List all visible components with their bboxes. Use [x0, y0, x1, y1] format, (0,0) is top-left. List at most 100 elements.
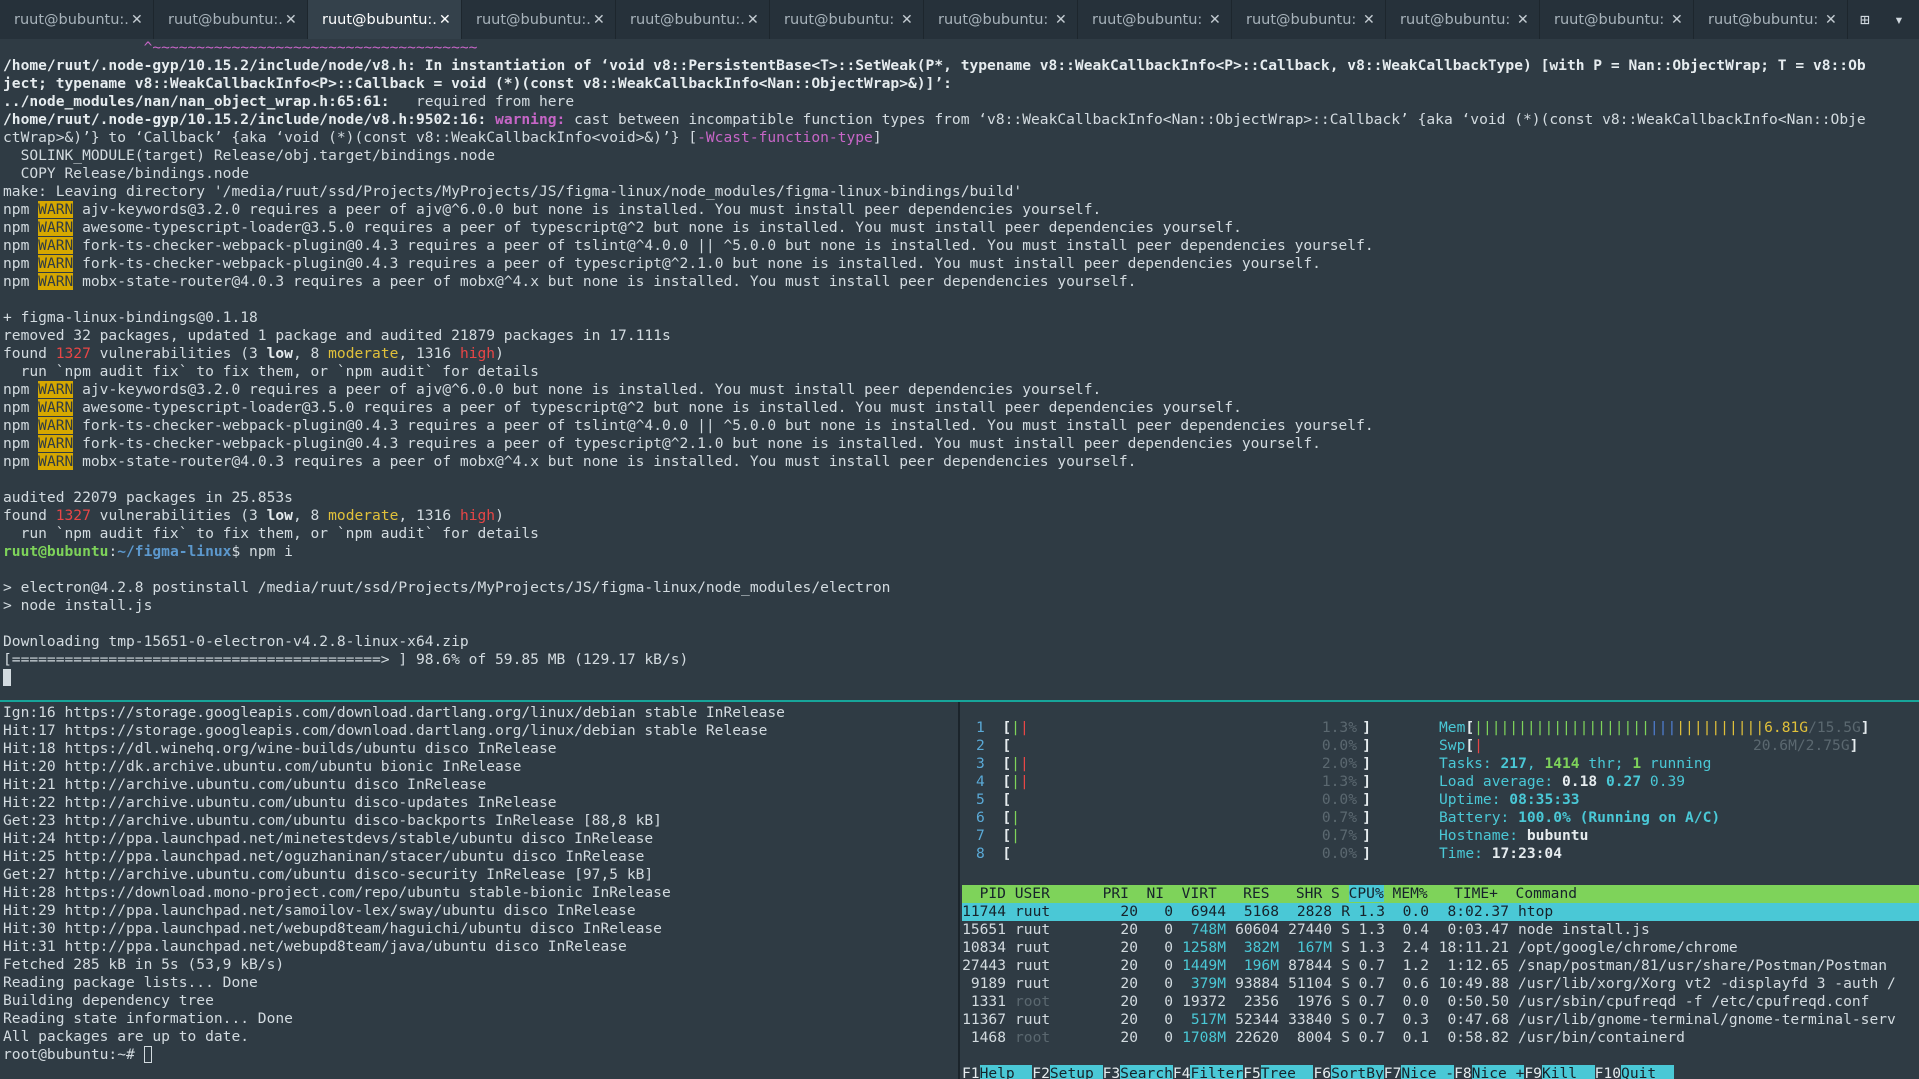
postinstall-line: > node install.js — [3, 597, 153, 614]
fkey-f10[interactable]: F10 — [1595, 1065, 1621, 1079]
fkey-f6[interactable]: F6 — [1313, 1065, 1331, 1079]
cpu-meter: 4 [|| 1.3%] — [976, 773, 1371, 790]
table-row[interactable]: 11367 ruut 20 0 517M 52344 33840 S 0.7 0.3 0:47.68… — [962, 1011, 1919, 1029]
chevron-down-icon[interactable]: ▾ — [1882, 0, 1916, 39]
cpu-bar: | — [1011, 719, 1020, 736]
apt-line: All packages are up to date. — [3, 1028, 250, 1045]
fkey-f4[interactable]: F4 — [1173, 1065, 1191, 1079]
close-icon[interactable]: ✕ — [747, 12, 759, 28]
compile-line: /home/ruut/.node-gyp/10.15.2/include/nod… — [3, 57, 1866, 74]
npm-warn-line: npm WARN fork-ts-checker-webpack-plugin@… — [3, 237, 1374, 254]
tab-label: ruut@bubuntu: ~ — [1092, 11, 1206, 28]
npm-warn-line: npm WARN ajv-keywords@3.2.0 requires a p… — [3, 381, 1102, 398]
tab-label: ruut@bubuntu: ~ — [1554, 11, 1668, 28]
htop-function-keys: F1 Help F2 Setup F3 Search F4 Filter F5 Tree F6… — [962, 1065, 1919, 1079]
close-icon[interactable]: ✕ — [131, 12, 143, 28]
apt-line: Hit:30 http://ppa.launchpad.net/webupd8t… — [3, 920, 662, 937]
close-icon[interactable]: ✕ — [1825, 12, 1837, 28]
tab-10[interactable]: ruut@bubuntu: ~✕ — [1386, 0, 1540, 39]
apt-line: Get:27 http://archive.ubuntu.com/ubuntu … — [3, 866, 654, 883]
tab-7[interactable]: ruut@bubuntu: ~✕ — [924, 0, 1078, 39]
fkey-f7[interactable]: F7 — [1384, 1065, 1402, 1079]
fkey-label: Nice - — [1401, 1065, 1455, 1079]
apt-line: Hit:17 https://storage.googleapis.com/do… — [3, 722, 768, 739]
tab-3[interactable]: ruut@bubuntu:... ✕ — [308, 0, 462, 39]
terminal-cursor[interactable] — [143, 1046, 152, 1063]
table-row[interactable]: 9189 ruut 20 0 379M 93884 51104 S 0.7 0.6 10:49.88… — [962, 975, 1919, 993]
close-icon[interactable]: ✕ — [1055, 12, 1067, 28]
close-icon[interactable]: ✕ — [1209, 12, 1221, 28]
apt-line: Ign:16 https://storage.googleapis.com/do… — [3, 704, 785, 721]
vuln-line: found 1327 vulnerabilities (3 low, 8 mod… — [3, 507, 504, 524]
tab-11[interactable]: ruut@bubuntu: ~✕ — [1540, 0, 1694, 39]
apt-terminal-pane[interactable]: Ign:16 https://storage.googleapis.com/do… — [0, 702, 960, 1079]
audit-fix-line: run `npm audit fix` to fix them, or `npm… — [3, 363, 539, 380]
tab-label: ruut@bubuntu: ~ — [784, 11, 898, 28]
fkey-f8[interactable]: F8 — [1454, 1065, 1472, 1079]
close-icon[interactable]: ✕ — [593, 12, 605, 28]
close-icon[interactable]: ✕ — [1517, 12, 1529, 28]
warning-line: /home/ruut/.node-gyp/10.15.2/include/nod… — [3, 111, 1866, 128]
close-icon[interactable]: ✕ — [1671, 12, 1683, 28]
fkey-f1[interactable]: F1 — [962, 1065, 980, 1079]
tab-6[interactable]: ruut@bubuntu: ~✕ — [770, 0, 924, 39]
process-table-header[interactable]: PID USER PRI NI VIRT RES SHR S CPU% MEM%… — [962, 885, 1919, 903]
npm-warn-line: npm WARN fork-ts-checker-webpack-plugin@… — [3, 417, 1374, 434]
close-icon[interactable]: ✕ — [1363, 12, 1375, 28]
new-tab-icon[interactable]: ⊞ — [1848, 0, 1882, 39]
table-row[interactable]: 15651 ruut 20 0 748M 60604 27440 S 1.3 0.4 0:03.47… — [962, 921, 1919, 939]
apt-line: Reading package lists... Done — [3, 974, 258, 991]
root-prompt: root@bubuntu:~# — [0, 1046, 958, 1064]
swap-meter: Swp[| 20.6M/2.75G] — [1439, 737, 1859, 754]
compile-line: ../node_modules/nan/nan_object_wrap.h:65… — [3, 93, 575, 110]
table-row[interactable]: 1468 root 20 0 1708M 22620 8004 S 0.7 0.1 0:58.82/… — [962, 1029, 1919, 1047]
close-icon[interactable]: ✕ — [901, 12, 913, 28]
table-row[interactable]: 27443 ruut 20 0 1449M 196M 87844 S 0.7 1.2 1:12.65… — [962, 957, 1919, 975]
build-line: make: Leaving directory '/media/ruut/ssd… — [3, 183, 1023, 200]
top-terminal-pane[interactable]: ^~~~~~~~~~~~~~~~~~~~~~~~~~~~~~~~~~~~~~ /… — [0, 39, 1919, 702]
installed-line: + figma-linux-bindings@0.1.18 — [3, 309, 258, 326]
tab-label: ruut@bubuntu: ~ — [1400, 11, 1514, 28]
cpu-meter: 2 [0.0%] — [976, 737, 1371, 754]
close-icon[interactable]: ✕ — [439, 12, 451, 28]
cpu-meter: 5 [0.0%] — [976, 791, 1371, 808]
htop-pane[interactable]: 1 [|| 1.3%] 2 [0.0%] 3 [|| 2.0%] 4 [|| 1.3%] 5 … — [962, 702, 1919, 1079]
audit-fix-line: run `npm audit fix` to fix them, or `npm… — [3, 525, 539, 542]
tab-4[interactable]: ruut@bubuntu:... ✕ — [462, 0, 616, 39]
tab-8[interactable]: ruut@bubuntu: ~✕ — [1078, 0, 1232, 39]
fkey-f2[interactable]: F2 — [1032, 1065, 1050, 1079]
npm-warn-line: npm WARN fork-ts-checker-webpack-plugin@… — [3, 435, 1321, 452]
build-line: SOLINK_MODULE(target) Release/obj.target… — [3, 147, 496, 164]
fkey-label: Search — [1120, 1065, 1173, 1079]
tab-5[interactable]: ruut@bubuntu:... ✕ — [616, 0, 770, 39]
tab-2[interactable]: ruut@bubuntu:... ✕ — [154, 0, 308, 39]
terminal-cursor[interactable] — [0, 669, 1919, 687]
fkey-label: Quit — [1621, 1065, 1674, 1079]
fkey-f3[interactable]: F3 — [1103, 1065, 1121, 1079]
uptime-meter: Uptime: 08:35:33 — [1439, 791, 1580, 808]
tab-label: ruut@bubuntu: ~ — [1246, 11, 1360, 28]
table-row[interactable]: 11744 ruut 20 0 6944 5168 2828 R 1.3 0.0 8:02.37 ht… — [962, 903, 1919, 921]
apt-line: Hit:22 http://archive.ubuntu.com/ubuntu … — [3, 794, 557, 811]
fkey-f5[interactable]: F5 — [1243, 1065, 1261, 1079]
fkey-label: Kill — [1541, 1065, 1595, 1079]
npm-warn-line: npm WARN ajv-keywords@3.2.0 requires a p… — [3, 201, 1102, 218]
tab-1[interactable]: ruut@bubuntu:... ✕ — [0, 0, 154, 39]
apt-line: Hit:21 http://archive.ubuntu.com/ubuntu … — [3, 776, 487, 793]
cpu-meter: 3 [|| 2.0%] — [976, 755, 1371, 772]
tab-9[interactable]: ruut@bubuntu: ~✕ — [1232, 0, 1386, 39]
shell-prompt: ruut@bubuntu:~/figma-linux$ npm i — [3, 543, 293, 560]
cpu-bar: | — [1011, 827, 1020, 844]
tab-12[interactable]: ruut@bubuntu: ~✕ — [1694, 0, 1848, 39]
fkey-f9[interactable]: F9 — [1524, 1065, 1542, 1079]
vuln-line: found 1327 vulnerabilities (3 low, 8 mod… — [3, 345, 504, 362]
tab-label: ruut@bubuntu:... — [168, 11, 282, 28]
removed-line: removed 32 packages, updated 1 package a… — [3, 327, 671, 344]
sort-column-cpu[interactable]: CPU% — [1348, 885, 1384, 902]
apt-line: Hit:28 https://download.mono-project.com… — [3, 884, 671, 901]
close-icon[interactable]: ✕ — [285, 12, 297, 28]
apt-line: Building dependency tree — [3, 992, 214, 1009]
table-row[interactable]: 10834 ruut 20 0 1258M 382M 167M S 1.3 2.4 18:11.21… — [962, 939, 1919, 957]
table-row[interactable]: 1331 root 20 0 19372 2356 1976 S 0.7 0.0 0:50.50/u… — [962, 993, 1919, 1011]
